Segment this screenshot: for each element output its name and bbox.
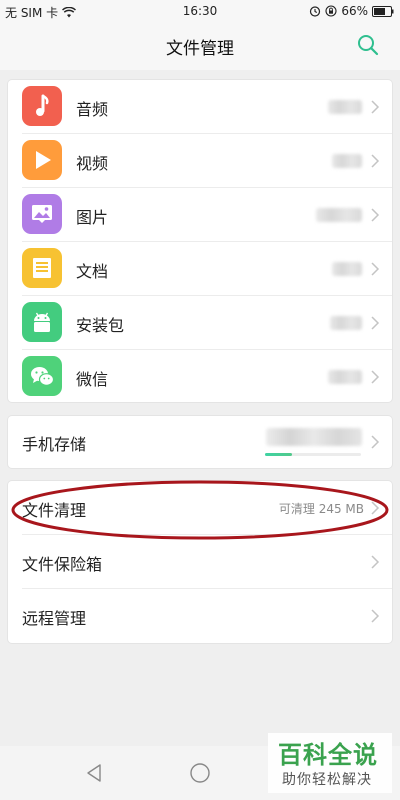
lock-rotation-icon bbox=[325, 5, 337, 17]
home-button[interactable] bbox=[189, 762, 211, 784]
category-label: 微信 bbox=[76, 370, 109, 389]
category-label: 安装包 bbox=[76, 316, 125, 335]
home-icon bbox=[190, 763, 210, 783]
category-video[interactable]: 视频 bbox=[8, 134, 392, 188]
storage-label: 手机存储 bbox=[22, 435, 87, 454]
play-icon bbox=[22, 140, 62, 180]
blurred-count bbox=[332, 154, 362, 168]
document-icon bbox=[22, 248, 62, 288]
chevron-right-icon bbox=[371, 100, 380, 114]
tool-label: 文件保险箱 bbox=[22, 555, 103, 574]
blurred-count bbox=[332, 262, 362, 276]
cleanup-size: 可清理 245 MB bbox=[278, 502, 364, 516]
alarm-icon bbox=[309, 5, 321, 17]
watermark-subtitle: 助你轻松解决 bbox=[282, 772, 372, 788]
status-right: 66% bbox=[309, 4, 394, 18]
back-button[interactable] bbox=[84, 762, 106, 784]
title-bar: 文件管理 bbox=[0, 22, 400, 70]
chevron-right-icon bbox=[371, 609, 380, 623]
back-icon bbox=[87, 764, 101, 782]
category-image[interactable]: 图片 bbox=[8, 188, 392, 242]
tools-list: 文件清理 可清理 245 MB 文件保险箱 远程管理 bbox=[8, 481, 392, 643]
category-apk[interactable]: 安装包 bbox=[8, 296, 392, 350]
android-icon bbox=[22, 302, 62, 342]
chevron-right-icon bbox=[371, 555, 380, 569]
blurred-count bbox=[328, 370, 362, 384]
chevron-right-icon bbox=[371, 435, 380, 449]
tool-label: 远程管理 bbox=[22, 609, 87, 628]
file-safe-row[interactable]: 文件保险箱 bbox=[8, 535, 392, 589]
tool-label: 文件清理 bbox=[22, 501, 87, 520]
search-button[interactable] bbox=[356, 33, 380, 57]
blurred-storage-value bbox=[266, 428, 362, 446]
category-label: 视频 bbox=[76, 154, 109, 173]
blurred-count bbox=[330, 316, 362, 330]
category-audio[interactable]: 音频 bbox=[8, 80, 392, 134]
category-label: 图片 bbox=[76, 208, 109, 227]
category-list: 音频 视频 图片 文档 安装包 微信 bbox=[8, 80, 392, 402]
storage-progress-fill bbox=[265, 453, 292, 456]
category-label: 文档 bbox=[76, 262, 109, 281]
blurred-count bbox=[328, 100, 362, 114]
category-wechat[interactable]: 微信 bbox=[8, 350, 392, 404]
chevron-right-icon bbox=[371, 316, 380, 330]
category-document[interactable]: 文档 bbox=[8, 242, 392, 296]
chevron-right-icon bbox=[371, 208, 380, 222]
file-cleanup-row[interactable]: 文件清理 可清理 245 MB bbox=[8, 481, 392, 535]
chevron-right-icon bbox=[371, 154, 380, 168]
blurred-count bbox=[316, 208, 362, 222]
status-bar: 无 SIM 卡 16:30 66% bbox=[0, 0, 400, 22]
watermark-logo: 百科全说 助你轻松解决 bbox=[268, 733, 392, 793]
battery-percent: 66% bbox=[341, 4, 368, 18]
phone-storage-row[interactable]: 手机存储 bbox=[8, 416, 392, 468]
chevron-right-icon bbox=[371, 370, 380, 384]
category-label: 音频 bbox=[76, 100, 109, 119]
search-icon bbox=[358, 35, 379, 56]
watermark-title: 百科全说 bbox=[278, 741, 378, 769]
page-title: 文件管理 bbox=[166, 39, 234, 59]
chevron-right-icon bbox=[371, 262, 380, 276]
battery-icon bbox=[372, 5, 394, 17]
storage-progress-bar bbox=[265, 453, 361, 456]
remote-management-row[interactable]: 远程管理 bbox=[8, 589, 392, 643]
image-icon bbox=[22, 194, 62, 234]
wechat-icon bbox=[22, 356, 62, 396]
chevron-right-icon bbox=[371, 501, 380, 515]
music-note-icon bbox=[22, 86, 62, 126]
